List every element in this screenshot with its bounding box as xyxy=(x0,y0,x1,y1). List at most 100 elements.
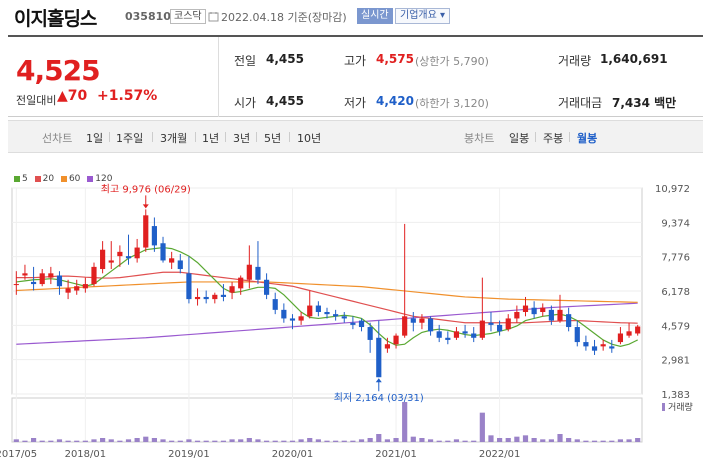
candle-body xyxy=(169,258,175,263)
candle-body xyxy=(238,277,244,289)
candle-body xyxy=(427,318,434,332)
candle-body xyxy=(367,327,373,340)
volume-bar xyxy=(341,440,347,442)
candle-body xyxy=(591,346,598,351)
volume-bar xyxy=(522,435,529,442)
volume-bar xyxy=(74,440,80,442)
volume-bar xyxy=(212,440,218,442)
volume-bar xyxy=(272,440,278,442)
volume-bar xyxy=(626,439,632,442)
candle-body xyxy=(445,337,451,340)
candle-body xyxy=(186,273,192,300)
volume-bar xyxy=(39,440,45,442)
x-tick-label: 2021/01 xyxy=(375,449,417,460)
volume-bar xyxy=(281,440,287,442)
y-tick-label: 9,374 xyxy=(661,218,690,229)
volume-bar xyxy=(143,436,149,442)
x-tick-label: 2017/05 xyxy=(0,449,37,460)
y-tick-label: 10,972 xyxy=(655,184,690,195)
candle-body xyxy=(13,284,19,286)
candle-body xyxy=(324,311,330,315)
volume-bar xyxy=(298,439,304,442)
volume-bar xyxy=(30,438,37,442)
volume-bar xyxy=(617,439,624,442)
volume-bar xyxy=(419,438,425,442)
volume-bar xyxy=(609,440,615,442)
volume-bar xyxy=(583,440,589,442)
candle-body xyxy=(505,318,511,330)
candle-body xyxy=(212,294,218,300)
candle-body xyxy=(255,266,261,280)
candle-body xyxy=(134,247,140,259)
candle-body xyxy=(402,316,408,336)
volume-bar xyxy=(177,440,183,442)
amount-value: 7,434 백만 xyxy=(612,96,677,110)
candle-body xyxy=(574,327,580,343)
candle-body xyxy=(471,333,477,338)
candle-body xyxy=(548,309,554,321)
legend-ma120: 120 xyxy=(95,174,113,184)
volume-bar xyxy=(402,402,408,442)
candle-chart-label: 봉차트 xyxy=(464,132,495,145)
candle-body xyxy=(462,331,468,334)
candle-body xyxy=(522,305,529,312)
x-tick-label: 2019/01 xyxy=(168,449,210,460)
volume-bar xyxy=(48,440,54,442)
volume-bar xyxy=(238,439,244,442)
period-weekly[interactable]: 주봉 xyxy=(543,130,563,146)
candle-body xyxy=(160,243,166,261)
volume-bar xyxy=(22,440,28,442)
separator xyxy=(569,132,570,142)
low-value: 4,420 xyxy=(376,94,414,108)
volume-bar xyxy=(169,440,175,442)
volume-bar xyxy=(186,439,192,442)
candle-body xyxy=(384,344,390,349)
volume-bar xyxy=(255,439,261,442)
volume-label: 거래량 xyxy=(558,54,592,68)
company-overview-button[interactable]: 기업개요 ▾ xyxy=(395,8,450,24)
range-1w[interactable]: 1주일 xyxy=(116,130,143,146)
volume-bar xyxy=(566,438,572,442)
volume-bar xyxy=(471,440,477,442)
candle-body xyxy=(626,331,632,336)
candle-body xyxy=(609,346,615,349)
x-tick-label: 2018/01 xyxy=(65,449,107,460)
volume-bar xyxy=(479,412,485,442)
volume-bar xyxy=(315,439,321,442)
candle-body xyxy=(436,331,442,338)
separator xyxy=(109,132,110,142)
range-1y[interactable]: 1년 xyxy=(202,130,219,146)
volume-bar xyxy=(65,440,71,442)
range-10y[interactable]: 10년 xyxy=(297,130,321,146)
volume-bar xyxy=(436,440,442,442)
candle-body xyxy=(307,305,313,317)
volume-bar xyxy=(505,438,511,442)
candle-body xyxy=(289,318,296,321)
high-value: 4,575 xyxy=(376,52,414,66)
candle-body xyxy=(488,322,494,325)
period-monthly[interactable]: 월봉 xyxy=(577,130,597,146)
volume-bar xyxy=(117,440,123,442)
candle-body xyxy=(272,299,278,310)
period-daily[interactable]: 일봉 xyxy=(509,130,529,146)
candle-body xyxy=(48,273,54,278)
y-tick-label: 4,579 xyxy=(661,321,690,332)
candle-body xyxy=(220,294,227,297)
volume-label: 거래량 xyxy=(668,401,693,413)
range-3m[interactable]: 3개월 xyxy=(160,130,187,146)
range-1d[interactable]: 1일 xyxy=(86,130,103,146)
candle-body xyxy=(376,337,382,378)
divider xyxy=(218,37,219,117)
volume-bar xyxy=(125,439,132,442)
chart-toolbar: 선차트 1일 1주일 3개월 1년 3년 5년 10년 봉차트 일봉 주봉 월봉 xyxy=(8,120,703,153)
candle-body xyxy=(419,318,425,323)
volume-bar xyxy=(393,438,399,442)
high-label: 고가 xyxy=(344,54,367,68)
volume-bar xyxy=(376,434,382,442)
separator xyxy=(225,132,226,142)
open-label: 시가 xyxy=(234,96,257,110)
range-3y[interactable]: 3년 xyxy=(233,130,250,146)
realtime-button[interactable]: 실시간 xyxy=(357,8,393,24)
chart-legend: 5 20 60 120 xyxy=(14,174,112,184)
range-5y[interactable]: 5년 xyxy=(264,130,281,146)
